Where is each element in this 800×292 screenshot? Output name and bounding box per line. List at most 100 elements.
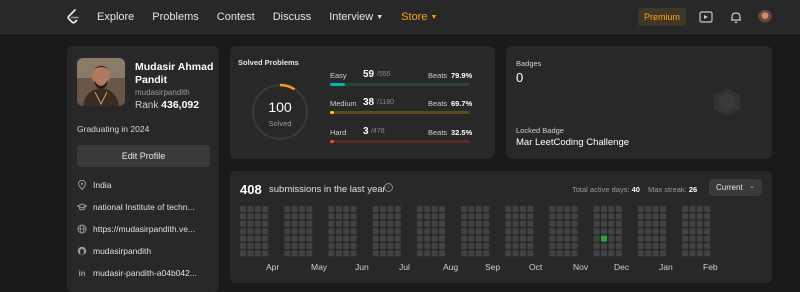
heatmap-cell[interactable]: [240, 206, 246, 212]
heatmap-cell[interactable]: [601, 220, 607, 227]
year-dropdown[interactable]: Current ⌄: [709, 179, 762, 196]
heatmap-cell[interactable]: [512, 243, 519, 249]
heatmap-cell[interactable]: [461, 213, 467, 220]
heatmap-cell[interactable]: [299, 243, 305, 249]
heatmap-cell[interactable]: [291, 243, 298, 249]
heatmap-cell[interactable]: [247, 220, 254, 227]
heatmap-cell[interactable]: [527, 228, 534, 235]
heatmap-cell[interactable]: [380, 250, 386, 257]
heatmap-cell[interactable]: [254, 250, 261, 257]
heatmap-cell[interactable]: [328, 235, 335, 242]
heatmap-cell[interactable]: [652, 228, 659, 235]
heatmap-cell[interactable]: [615, 228, 622, 235]
heatmap-cell[interactable]: [483, 228, 490, 235]
heatmap-cell[interactable]: [593, 213, 600, 220]
website-link[interactable]: https://mudasirpandith.ve...: [93, 224, 195, 234]
heatmap-cell[interactable]: [380, 243, 386, 249]
heatmap-cell[interactable]: [704, 250, 711, 257]
heatmap-cell[interactable]: [240, 228, 246, 235]
heatmap-cell[interactable]: [372, 235, 379, 242]
heatmap-cell[interactable]: [350, 206, 357, 212]
heatmap-cell[interactable]: [549, 228, 556, 235]
nav-contest[interactable]: Contest: [217, 11, 255, 23]
heatmap-cell[interactable]: [556, 213, 563, 220]
heatmap-cell[interactable]: [483, 213, 490, 220]
github-row[interactable]: mudasirpandith: [77, 245, 151, 257]
heatmap-cell[interactable]: [240, 235, 246, 242]
heatmap-cell[interactable]: [556, 220, 563, 227]
heatmap-cell[interactable]: [682, 235, 688, 242]
heatmap-cell[interactable]: [483, 220, 490, 227]
heatmap-cell[interactable]: [394, 220, 401, 227]
heatmap-cell[interactable]: [372, 206, 379, 212]
heatmap-cell[interactable]: [601, 250, 607, 257]
heatmap-cell[interactable]: [291, 228, 298, 235]
heatmap-cell[interactable]: [505, 250, 512, 257]
heatmap-cell[interactable]: [593, 228, 600, 235]
heatmap-cell[interactable]: [299, 228, 305, 235]
heatmap-cell[interactable]: [615, 250, 622, 257]
heatmap-cell[interactable]: [439, 250, 445, 257]
heatmap-cell[interactable]: [284, 213, 291, 220]
heatmap-cell[interactable]: [306, 206, 313, 212]
heatmap-cell[interactable]: [299, 235, 305, 242]
heatmap-cell[interactable]: [468, 213, 475, 220]
heatmap-cell[interactable]: [387, 228, 394, 235]
heatmap-cell[interactable]: [247, 243, 254, 249]
heatmap-cell[interactable]: [262, 206, 269, 212]
heatmap-cell[interactable]: [461, 235, 467, 242]
heatmap-cell[interactable]: [424, 228, 431, 235]
heatmap-cell[interactable]: [608, 228, 615, 235]
heatmap-cell[interactable]: [394, 235, 401, 242]
heatmap-cell[interactable]: [475, 206, 482, 212]
heatmap-cell[interactable]: [564, 250, 571, 257]
heatmap-cell[interactable]: [615, 235, 622, 242]
heatmap-cell[interactable]: [520, 243, 526, 249]
heatmap-cell[interactable]: [660, 220, 666, 227]
heatmap-cell[interactable]: [645, 220, 652, 227]
heatmap-cell[interactable]: [424, 206, 431, 212]
heatmap-cell[interactable]: [461, 228, 467, 235]
heatmap-cell[interactable]: [416, 228, 423, 235]
heatmap-cell[interactable]: [696, 228, 703, 235]
heatmap-cell[interactable]: [549, 220, 556, 227]
heatmap-cell[interactable]: [416, 235, 423, 242]
heatmap-cell[interactable]: [328, 228, 335, 235]
heatmap-cell[interactable]: [645, 235, 652, 242]
heatmap-cell[interactable]: [306, 235, 313, 242]
heatmap-cell[interactable]: [505, 243, 512, 249]
heatmap-cell[interactable]: [343, 206, 350, 212]
heatmap-cell[interactable]: [240, 243, 246, 249]
heatmap-cell[interactable]: [328, 243, 335, 249]
heatmap-cell[interactable]: [387, 235, 394, 242]
heatmap-cell[interactable]: [431, 250, 438, 257]
heatmap-cell[interactable]: [608, 213, 615, 220]
heatmap-cell[interactable]: [247, 228, 254, 235]
leetcode-logo-icon[interactable]: [66, 9, 80, 25]
heatmap-cell[interactable]: [527, 213, 534, 220]
heatmap-cell[interactable]: [637, 220, 644, 227]
heatmap-cell[interactable]: [564, 206, 571, 212]
heatmap-cell[interactable]: [247, 235, 254, 242]
heatmap-cell[interactable]: [704, 220, 711, 227]
heatmap-cell[interactable]: [637, 206, 644, 212]
heatmap-cell[interactable]: [704, 213, 711, 220]
heatmap-cell[interactable]: [262, 243, 269, 249]
heatmap-cell[interactable]: [549, 243, 556, 249]
heatmap-cell[interactable]: [328, 250, 335, 257]
heatmap-cell[interactable]: [549, 235, 556, 242]
heatmap-cell[interactable]: [689, 213, 696, 220]
heatmap-cell[interactable]: [461, 220, 467, 227]
heatmap-cell[interactable]: [284, 250, 291, 257]
heatmap-cell[interactable]: [254, 228, 261, 235]
heatmap-cell[interactable]: [335, 213, 342, 220]
heatmap-cell[interactable]: [431, 213, 438, 220]
heatmap-cell[interactable]: [682, 220, 688, 227]
heatmap-cell[interactable]: [475, 220, 482, 227]
heatmap-cell[interactable]: [682, 206, 688, 212]
heatmap-cell[interactable]: [387, 206, 394, 212]
heatmap-cell[interactable]: [372, 243, 379, 249]
heatmap-cell[interactable]: [505, 213, 512, 220]
heatmap-cell[interactable]: [652, 220, 659, 227]
heatmap-cell[interactable]: [556, 235, 563, 242]
